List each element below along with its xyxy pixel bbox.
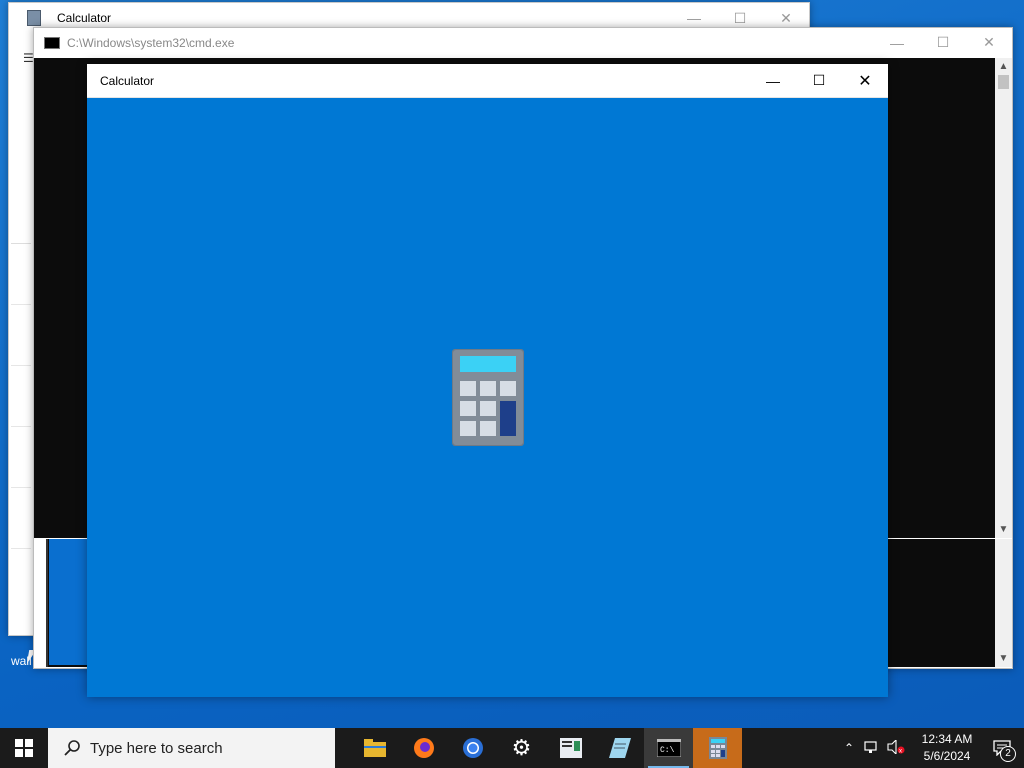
cmd-lower-scrollbar[interactable]: ▼ xyxy=(995,539,1012,667)
taskbar-firefox[interactable] xyxy=(399,728,448,768)
calculator-icon xyxy=(708,737,727,759)
start-button[interactable] xyxy=(0,728,48,768)
back-window-list-strip xyxy=(11,243,31,634)
taskbar-cmd[interactable]: C:\ xyxy=(644,728,693,768)
taskbar-calculator[interactable] xyxy=(693,728,742,768)
calculator-close-button[interactable]: ✕ xyxy=(842,66,888,96)
clock-date: 5/6/2024 xyxy=(923,749,971,763)
clock[interactable]: 12:34 AM 5/6/2024 xyxy=(914,731,980,765)
cmd-lower-blue-tile xyxy=(49,539,89,665)
wordpad-icon xyxy=(559,738,582,758)
calculator-maximize-button[interactable]: ☐ xyxy=(796,66,842,96)
notepad-icon xyxy=(608,738,631,758)
calculator-splash-logo-icon xyxy=(452,349,524,446)
chevron-up-icon[interactable]: ⌃ xyxy=(838,741,860,755)
calculator-title: Calculator xyxy=(100,73,155,88)
svg-text:x: x xyxy=(899,748,902,754)
calculator-titlebar[interactable]: Calculator — ☐ ✕ xyxy=(87,64,888,98)
scroll-up-arrow-icon[interactable]: ▲ xyxy=(995,58,1012,75)
cmd-titlebar[interactable]: C:\Windows\system32\cmd.exe — ☐ ✕ xyxy=(34,28,1012,57)
cmd-app-icon xyxy=(44,36,60,49)
network-icon[interactable] xyxy=(860,740,884,757)
file-explorer-icon xyxy=(363,739,386,757)
cmd-scrollbar[interactable]: ▲ ▼ xyxy=(995,58,1012,538)
firefox-icon xyxy=(413,738,434,758)
volume-muted-icon[interactable]: x xyxy=(884,738,908,757)
taskbar: Type here to search ⚙ C:\ ⌃ x 12:34 AM 5… xyxy=(0,728,1024,768)
taskbar-file-explorer[interactable] xyxy=(350,728,399,768)
calculator-minimize-button[interactable]: — xyxy=(750,66,796,96)
cmd-close-button[interactable]: ✕ xyxy=(966,28,1012,58)
taskbar-chrome[interactable] xyxy=(448,728,497,768)
taskbar-search-box[interactable]: Type here to search xyxy=(48,728,335,768)
search-icon xyxy=(62,738,82,758)
system-tray: ⌃ x 12:34 AM 5/6/2024 2 xyxy=(838,728,1024,768)
search-placeholder: Type here to search xyxy=(90,739,223,757)
calculator-app-icon xyxy=(27,10,41,26)
cmd-title: C:\Windows\system32\cmd.exe xyxy=(67,35,235,50)
back-calculator-title: Calculator xyxy=(57,11,112,25)
scroll-thumb[interactable] xyxy=(998,75,1009,89)
windows-logo-icon xyxy=(15,739,33,757)
clock-time: 12:34 AM xyxy=(921,732,973,746)
svg-text:C:\: C:\ xyxy=(660,746,675,755)
action-center-button[interactable]: 2 xyxy=(980,728,1024,768)
taskbar-wordpad[interactable] xyxy=(546,728,595,768)
calculator-window[interactable]: Calculator — ☐ ✕ xyxy=(87,64,888,697)
cmd-maximize-button[interactable]: ☐ xyxy=(920,28,966,58)
cmd-minimize-button[interactable]: — xyxy=(874,28,920,58)
scroll-down-arrow-icon[interactable]: ▼ xyxy=(995,521,1012,538)
notification-count-badge: 2 xyxy=(1000,746,1016,762)
lower-scroll-down-arrow-icon[interactable]: ▼ xyxy=(995,650,1012,667)
cmd-icon: C:\ xyxy=(656,739,681,757)
settings-icon: ⚙ xyxy=(511,735,532,760)
taskbar-notepad[interactable] xyxy=(595,728,644,768)
chrome-icon xyxy=(462,738,483,758)
taskbar-settings[interactable]: ⚙ xyxy=(497,728,546,768)
